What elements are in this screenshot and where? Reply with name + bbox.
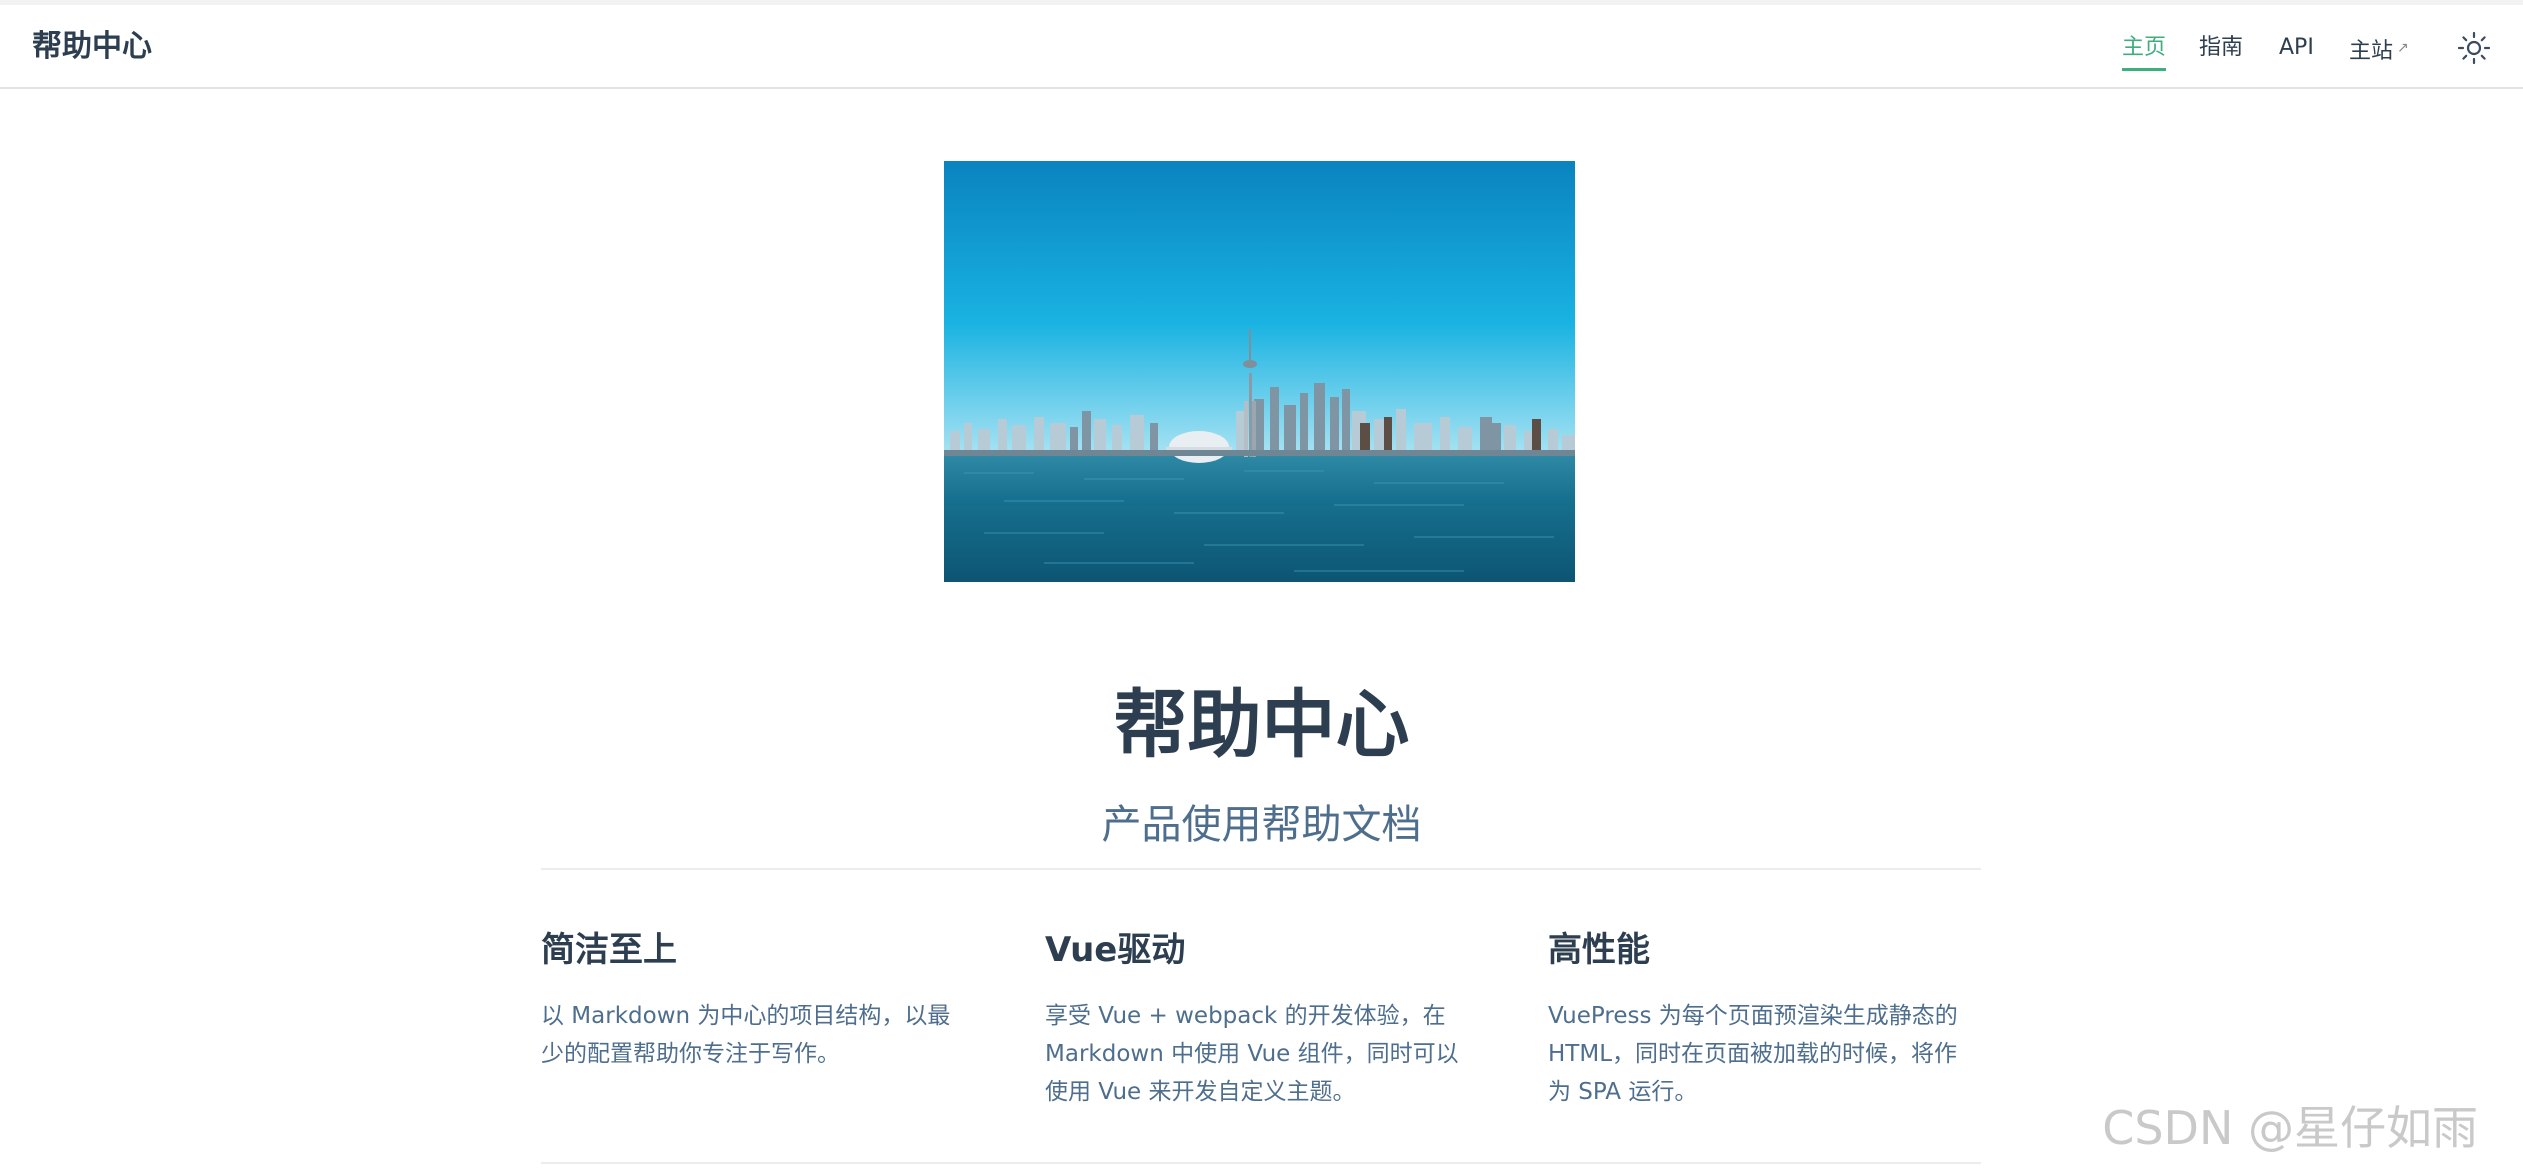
nav-item-home[interactable]: 主页 [2122, 30, 2167, 71]
nav-item-main-site[interactable]: 主站 ↗ [2349, 30, 2409, 70]
navbar: 帮助中心 主页 指南 API 主站 ↗ [0, 0, 2523, 89]
feature-title: Vue驱动 [1045, 930, 1186, 970]
features-bottom-divider [541, 1162, 1981, 1164]
hero-description: 产品使用帮助文档 [1101, 802, 1422, 848]
feature-vue-powered: Vue驱动 享受 Vue + webpack 的开发体验，在 Markdown … [1045, 925, 1475, 1111]
feature-simplicity: 简洁至上 以 Markdown 为中心的项目结构，以最少的配置帮助你专注于写作。 [541, 925, 971, 1073]
hero-title: 帮助中心 [1113, 681, 1410, 768]
nav-item-guide[interactable]: 指南 [2199, 30, 2243, 66]
feature-title: 简洁至上 [541, 930, 677, 970]
feature-details: VuePress 为每个页面预渲染生成静态的 HTML，同时在页面被加载的时候，… [1548, 1003, 1958, 1105]
site-name-link[interactable]: 帮助中心 [32, 27, 152, 67]
nav-item-main-site-label: 主站 [2349, 39, 2394, 64]
city-skyline-image [944, 161, 1575, 582]
external-link-icon: ↗ [2397, 40, 2409, 56]
nav-item-api[interactable]: API [2279, 30, 2314, 66]
feature-details: 以 Markdown 为中心的项目结构，以最少的配置帮助你专注于写作。 [541, 1003, 951, 1067]
feature-title: 高性能 [1548, 930, 1650, 970]
sun-icon[interactable] [2456, 30, 2492, 66]
feature-performance: 高性能 VuePress 为每个页面预渲染生成静态的 HTML，同时在页面被加载… [1548, 925, 1978, 1111]
features-top-divider [541, 868, 1981, 870]
feature-details: 享受 Vue + webpack 的开发体验，在 Markdown 中使用 Vu… [1045, 1003, 1459, 1105]
hero-image [944, 161, 1575, 582]
top-edge [0, 0, 2523, 5]
csdn-watermark: CSDN @星仔如雨 [2102, 1101, 2478, 1155]
